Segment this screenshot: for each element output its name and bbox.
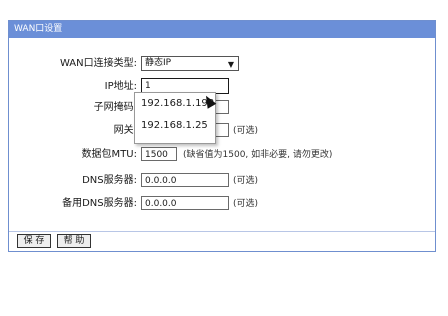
conn-type-label: WAN口连接类型:: [59, 58, 137, 69]
dns-input[interactable]: 0.0.0.0: [141, 173, 229, 187]
conn-type-value: 静态IP: [145, 58, 172, 68]
dns2-hint: (可选): [233, 199, 259, 209]
dns-label: DNS服务器:: [82, 175, 137, 186]
gateway-label: 网关:: [113, 125, 137, 136]
dns-hint: (可选): [233, 176, 259, 186]
conn-type-select[interactable]: 静态IP ▼: [141, 56, 239, 71]
mtu-label: 数据包MTU:: [81, 149, 137, 160]
autocomplete-item[interactable]: 192.168.1.25: [135, 115, 215, 137]
help-button[interactable]: 帮 助: [57, 234, 91, 248]
dns2-input[interactable]: 0.0.0.0: [141, 196, 229, 210]
save-button[interactable]: 保 存: [17, 234, 51, 248]
wan-settings-panel: WAN口设置 WAN口连接类型: 静态IP ▼ IP地址: 1 子网掩码: 网关…: [8, 20, 436, 252]
gateway-hint: (可选): [233, 126, 259, 136]
panel-title: WAN口设置: [9, 21, 435, 38]
ip-label: IP地址:: [104, 81, 137, 92]
mtu-input[interactable]: 1500: [141, 147, 177, 161]
chevron-down-icon: ▼: [227, 60, 234, 69]
divider: [9, 231, 435, 232]
mtu-hint: (缺省值为1500, 如非必要, 请勿更改): [183, 150, 333, 160]
mask-label: 子网掩码:: [93, 102, 137, 113]
dns2-label: 备用DNS服务器:: [62, 198, 137, 209]
